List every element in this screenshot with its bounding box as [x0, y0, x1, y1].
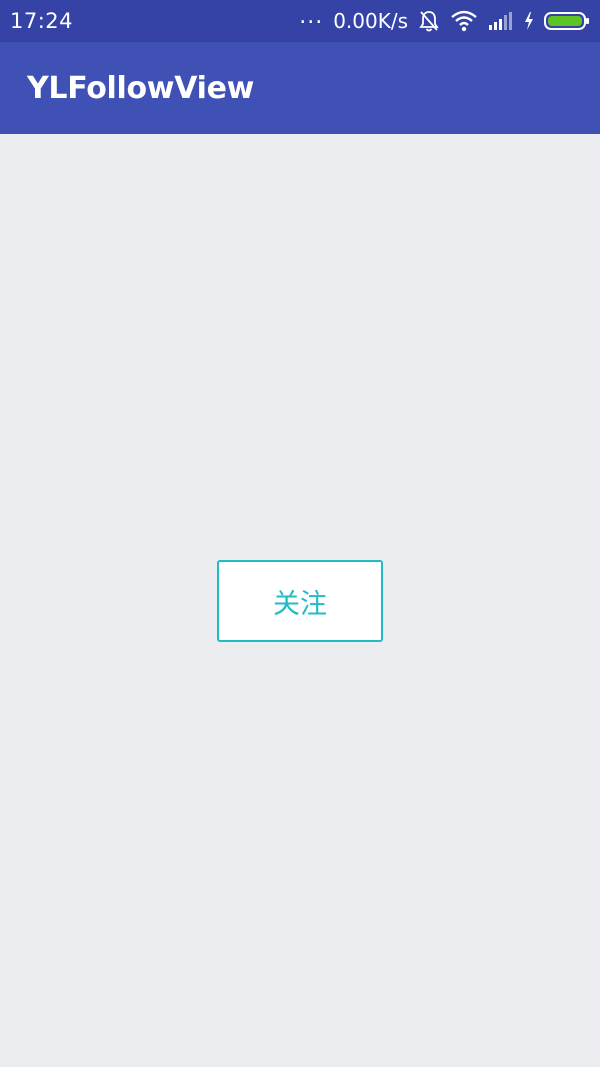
status-icons: ... 0.00K/s [299, 4, 590, 33]
battery-icon [544, 11, 590, 31]
status-bar: 17:24 ... 0.00K/s [0, 0, 600, 42]
signal-icon [488, 11, 514, 31]
network-speed: 0.00K/s [333, 9, 408, 33]
more-dots: ... [299, 4, 324, 29]
charging-icon [524, 12, 534, 30]
app-title: YLFollowView [27, 70, 255, 106]
bell-off-icon [418, 9, 440, 33]
follow-button[interactable]: 关注 [217, 560, 383, 642]
status-time: 17:24 [10, 9, 74, 33]
app-toolbar: YLFollowView [0, 42, 600, 134]
follow-button-label: 关注 [273, 588, 327, 620]
wifi-icon [450, 10, 478, 32]
